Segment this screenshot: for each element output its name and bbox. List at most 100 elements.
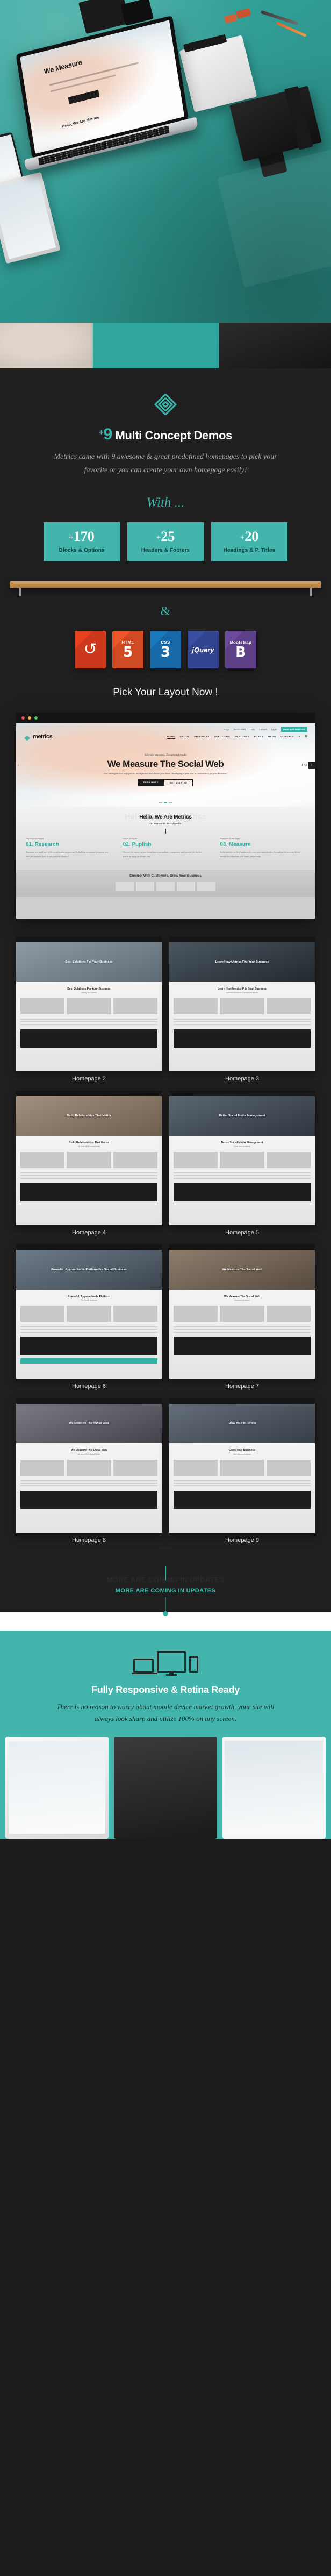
person-photo (114, 1737, 217, 1839)
nav-about[interactable]: ABOUT (180, 735, 190, 739)
counter-plus: + (69, 533, 74, 542)
homepage-thumbnail[interactable]: Best Solutions For Your Business Best So… (16, 937, 162, 1071)
homepage-thumbnail[interactable]: We Measure The Social Web We Measure The… (169, 1244, 315, 1379)
hero-copy: Informed decisions. Exceptional results … (16, 754, 315, 786)
demos-count: 9 (103, 425, 113, 443)
hero-buttons: READ MORE GET STARTED (16, 779, 315, 786)
feature-number: 02. (123, 842, 131, 848)
read-more-button[interactable]: READ MORE (138, 779, 164, 786)
hero-photo: We Measure Hello, We Are Metrics (0, 0, 331, 323)
homepage-thumbnail[interactable]: Powerful, Approachable Platform For Soci… (16, 1244, 162, 1379)
nav-features[interactable]: FEATURES (235, 735, 249, 739)
counter-headings: +20 Headings & P. Titles (211, 522, 287, 561)
browser-preview-wrap: FAQs Testimonials Help Careers Login FRE… (0, 713, 331, 937)
thumb-banner-text: Powerful, Approachable Platform For Soci… (51, 1268, 127, 1272)
get-started-button[interactable]: GET STARTED (163, 779, 193, 786)
feature-column-research: Get Unique Insight 01. Research Executio… (26, 837, 111, 859)
homepage-label: Homepage 6 (72, 1383, 106, 1390)
homepage-thumbnail[interactable]: We Measure The Social Web We Measure The… (16, 1398, 162, 1533)
feature-title: Research (34, 842, 59, 848)
browser-preview: FAQs Testimonials Help Careers Login FRE… (16, 713, 315, 919)
minimize-traffic-light[interactable] (28, 716, 31, 720)
thumb-heading: Powerful, Approachable Platform (68, 1295, 110, 1298)
demos-plus: + (99, 428, 104, 437)
nav-products[interactable]: PRODUCTS (194, 735, 209, 739)
slider-dot[interactable] (159, 802, 162, 803)
homepage-thumbnail[interactable]: Better Social Media Management Better So… (169, 1091, 315, 1225)
more-updates-label[interactable]: MORE ARE COMING IN UPDATES (0, 1588, 331, 1594)
device-photos-row (0, 1737, 331, 1839)
hero-subtext: Our strategists will help you set an obj… (104, 772, 227, 775)
maximize-traffic-light[interactable] (34, 716, 38, 720)
nav-testimonials[interactable]: Testimonials (233, 728, 246, 731)
counter-value: 170 (73, 529, 95, 544)
feature-body: Execution is a small part of the social … (26, 851, 108, 858)
cta-tiles (16, 882, 315, 891)
nav-contact[interactable]: CONTACT (280, 735, 293, 739)
homepage-label: Homepage 8 (72, 1537, 106, 1543)
slider-dots (159, 802, 172, 803)
nav-solutions[interactable]: SOLUTIONS (214, 735, 231, 739)
thumb-heading: Learn How Metrics Fits Your Business (218, 987, 267, 991)
gallery-cell[interactable]: Better Social Media Management Better So… (169, 1091, 315, 1236)
feature-number: 03. (220, 842, 228, 848)
dark-section: +9 Multi Concept Demos Metrics came with… (0, 368, 331, 1612)
homepage-thumbnail[interactable]: Learn How Metrics Fits Your Business Lea… (169, 937, 315, 1071)
cta-heading: Connect With Customers, Grow Your Busine… (129, 874, 202, 878)
cta-tile (177, 882, 195, 891)
homepage-label: Homepage 9 (225, 1537, 259, 1543)
gallery-cell[interactable]: We Measure The Social Web We Measure The… (16, 1398, 162, 1543)
site-brand[interactable]: metrics (24, 734, 53, 741)
nav-blog[interactable]: BLOG (268, 735, 276, 739)
gallery-cell[interactable]: Learn How Metrics Fits Your Business Lea… (169, 937, 315, 1082)
main-nav-row: metrics HOME ABOUT PRODUCTS SOLUTIONS FE… (24, 734, 307, 741)
thumb-subheading: Informed decisions (234, 1299, 250, 1301)
nav-home[interactable]: HOME (167, 735, 175, 739)
thumb-subheading: For Social Business (81, 1299, 97, 1301)
close-traffic-light[interactable] (21, 716, 25, 720)
macbook-screen-button (68, 90, 100, 104)
nav-faqs[interactable]: FAQs (224, 728, 229, 731)
gallery-cell[interactable]: We Measure The Social Web We Measure The… (169, 1244, 315, 1390)
slider-prev-icon[interactable]: ‹ (18, 763, 19, 767)
nav-careers[interactable]: Careers (259, 728, 267, 731)
tech-badges-row: ↺ HTML 5 CSS 3 jQuery Bootstrap B (0, 631, 331, 668)
homepage-thumbnail[interactable]: Build Relationships That Matter Build Re… (16, 1091, 162, 1225)
html5-version: 5 (123, 644, 133, 660)
slide-counter: 1 / 3 (301, 763, 307, 767)
wooden-shelf-divider (10, 581, 321, 596)
site-hero: FAQs Testimonials Help Careers Login FRE… (16, 723, 315, 807)
free-seo-analysis-button[interactable]: FREE SEO ANALYSIS (280, 727, 307, 732)
gallery-row: Best Solutions For Your Business Best So… (16, 937, 315, 1082)
gallery-cell[interactable]: Best Solutions For Your Business Best So… (16, 937, 162, 1082)
feature-tag: Value of Social (123, 837, 138, 840)
thumb-banner-text: We Measure The Social Web (222, 1268, 262, 1272)
counter-headers: +25 Headers & Footers (127, 522, 204, 561)
nav-login[interactable]: Login (271, 728, 277, 731)
homepage-thumbnail[interactable]: Grow Your Business Grow Your Business Wi… (169, 1398, 315, 1533)
gallery-cell[interactable]: Grow Your Business Grow Your Business Wi… (169, 1398, 315, 1543)
gallery-cell[interactable]: Build Relationships That Matter Build Re… (16, 1091, 162, 1236)
slider-next-icon[interactable]: › (308, 761, 315, 769)
css3-icon: CSS 3 (150, 631, 181, 668)
html5-icon: HTML 5 (112, 631, 143, 668)
slider-dot-active[interactable] (164, 802, 167, 803)
cta-tile (136, 882, 154, 891)
counter-value: 20 (244, 529, 259, 544)
slider-dot[interactable] (169, 802, 172, 803)
gallery-cell[interactable]: Powerful, Approachable Platform For Soci… (16, 1244, 162, 1390)
site-navigation: FAQs Testimonials Help Careers Login FRE… (16, 723, 315, 741)
responsive-title: Fully Responsive & Retina Ready (91, 1684, 240, 1695)
feature-title: Measure (229, 842, 251, 848)
search-icon[interactable]: ⌕ (299, 735, 300, 739)
nav-help[interactable]: Help (250, 728, 255, 731)
browser-titlebar (16, 713, 315, 723)
homepage-label: Homepage 5 (225, 1229, 259, 1236)
bootstrap-icon: Bootstrap B (225, 631, 256, 668)
thumb-banner-text: Build Relationships That Matter (67, 1114, 111, 1118)
counter-value: 25 (161, 529, 175, 544)
thumb-subheading: Do More With Social Media (77, 1453, 100, 1455)
hero-pre-heading: Informed decisions. Exceptional results (144, 754, 187, 757)
nav-plans[interactable]: PLANS (254, 735, 263, 739)
menu-icon[interactable]: ☰ (305, 735, 307, 739)
